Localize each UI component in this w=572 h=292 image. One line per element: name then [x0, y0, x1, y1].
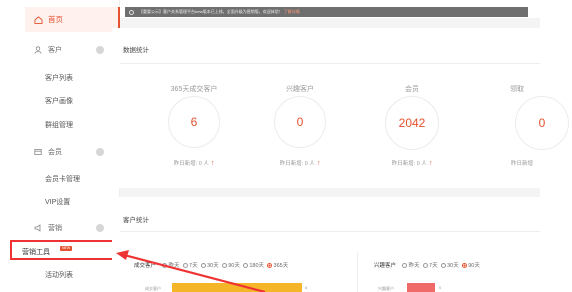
stat-sub: 昨日新增 [510, 161, 534, 167]
sidebar-item-customer-profile[interactable]: 客户画像 [45, 96, 73, 106]
stat-sub-text: 昨日新增: 0 人 [279, 161, 315, 167]
arrow-up-icon: ↑ [210, 160, 215, 167]
collapse-toggle-icon[interactable] [96, 224, 104, 232]
radio-option[interactable]: 7天 [182, 261, 198, 269]
stat-value-circle: 0 [274, 96, 326, 148]
radio-selected-icon [461, 262, 467, 268]
user-icon [34, 46, 42, 54]
radio-icon [162, 262, 168, 268]
divider [120, 63, 540, 64]
filter-title: 成交客户 [134, 263, 157, 269]
radio-label: 90天 [468, 263, 480, 269]
sidebar-item-customer-list[interactable]: 客户列表 [45, 73, 73, 83]
radio-selected-icon [267, 262, 273, 268]
sidebar-item-member-card[interactable]: 会员卡管理 [45, 174, 80, 184]
sidebar-group-label: 会员 [48, 149, 62, 156]
stat-sub: 昨日新增: 0 人 ↑ [280, 159, 321, 167]
stat-label: 365天成交客户 [170, 86, 218, 93]
arrow-up-icon: ↑ [428, 160, 433, 167]
radio-option[interactable]: 30天 [440, 261, 459, 269]
filter-title: 兴趣客户 [374, 263, 397, 269]
radio-label: 30天 [447, 263, 459, 269]
arrow-up-icon: ↑ [316, 160, 321, 167]
radio-option[interactable]: 180天 [242, 261, 265, 269]
right-filter: 兴趣客户 昨天 7天 30天 90天 [374, 261, 483, 269]
notice-link[interactable]: 了解详情 [284, 9, 300, 15]
sidebar-item-marketing-tools[interactable]: 营销工具 NEW [10, 240, 114, 260]
new-badge: NEW [60, 246, 73, 251]
sidebar-group-marketing[interactable]: 营销 [25, 221, 120, 235]
home-icon [34, 15, 43, 24]
data-stats-title: 数据统计 [123, 47, 149, 54]
radio-icon [200, 262, 206, 268]
radio-icon [221, 262, 227, 268]
notice-bar: 【重要公示】客户关系管理平台beta版本已上线，全面升级为营销版，欢迎体验！ 了… [125, 7, 528, 17]
stat-sub-text: 昨日新增: 0 人 [391, 161, 427, 167]
collapse-toggle-icon[interactable] [96, 46, 104, 54]
radio-label: 365天 [273, 263, 289, 269]
sidebar-item-vip-settings[interactable]: VIP设置 [45, 197, 70, 207]
sidebar-group-customer[interactable]: 客户 [25, 43, 120, 57]
marketing-icon [34, 224, 41, 232]
divider [357, 252, 358, 292]
radio-label: 30天 [207, 263, 219, 269]
radio-label: 180天 [249, 263, 265, 269]
stat-sub: 昨日新增: 0 人 ↑ [392, 159, 433, 167]
radio-icon [440, 262, 446, 268]
radio-option[interactable]: 昨天 [162, 261, 180, 269]
stat-sub: 昨日新增: 0 人 ↑ [174, 159, 215, 167]
chart-bar [407, 283, 435, 292]
radio-icon [402, 262, 408, 268]
bar-label: 兴趣客户 [378, 286, 394, 291]
radio-icon [242, 262, 248, 268]
chart-bar [172, 283, 302, 292]
radio-option[interactable]: 90天 [221, 261, 240, 269]
radio-option[interactable]: 7天 [422, 261, 438, 269]
collapse-toggle-icon[interactable] [96, 148, 104, 156]
sidebar-group-label: 客户 [48, 47, 62, 54]
radio-option-selected[interactable]: 365天 [267, 261, 288, 269]
announcement-icon [129, 9, 134, 15]
customer-stats-card: 客户统计 成交客户 昨天 7天 30天 90天 180天 365天 兴趣客户 昨… [112, 197, 540, 292]
sidebar-group-member[interactable]: 会员 [25, 145, 120, 159]
stat-label: 会员 [405, 86, 419, 93]
stat-value-circle: 6 [168, 96, 220, 148]
radio-option-selected[interactable]: 90天 [461, 261, 480, 269]
customer-stats-title: 客户统计 [123, 217, 149, 224]
bar-label: 成交客户 [145, 286, 161, 291]
sidebar-item-group-management[interactable]: 群组管理 [45, 120, 73, 130]
member-card-icon [34, 149, 42, 155]
sidebar-item-label: 营销工具 [22, 249, 50, 256]
stat-value-circle: 2042 [385, 96, 439, 150]
stat-label: 兴趣客户 [286, 86, 314, 93]
stat-sub-text: 昨日新增: 0 人 [173, 161, 209, 167]
sidebar-item-activity-list[interactable]: 活动列表 [45, 270, 73, 280]
stat-label: 领取 [510, 86, 524, 93]
sidebar-item-label: 首页 [48, 15, 63, 24]
sidebar-item-home[interactable]: 首页 [25, 7, 120, 32]
bar-value: 0 [439, 285, 442, 290]
left-filter: 成交客户 昨天 7天 30天 90天 180天 365天 [134, 261, 291, 269]
data-stats-card: 数据统计 365天成交客户 6 昨日新增: 0 人 ↑ 兴趣客户 0 昨日新增: … [112, 28, 569, 188]
radio-label: 昨天 [168, 263, 180, 269]
sidebar-group-label: 营销 [48, 225, 62, 232]
radio-label: 昨天 [408, 263, 420, 269]
radio-icon [422, 262, 428, 268]
radio-option[interactable]: 昨天 [402, 261, 420, 269]
notice-text: 【重要公示】客户关系管理平台beta版本已上线，全面升级为营销版，欢迎体验！ [139, 9, 283, 14]
stat-value-circle: 0 [515, 96, 569, 150]
radio-icon [182, 262, 188, 268]
radio-label: 7天 [189, 263, 198, 269]
radio-option[interactable]: 30天 [200, 261, 219, 269]
radio-label: 90天 [228, 263, 240, 269]
radio-label: 7天 [429, 263, 438, 269]
divider [120, 231, 540, 232]
bar-value: 6 [305, 285, 308, 290]
